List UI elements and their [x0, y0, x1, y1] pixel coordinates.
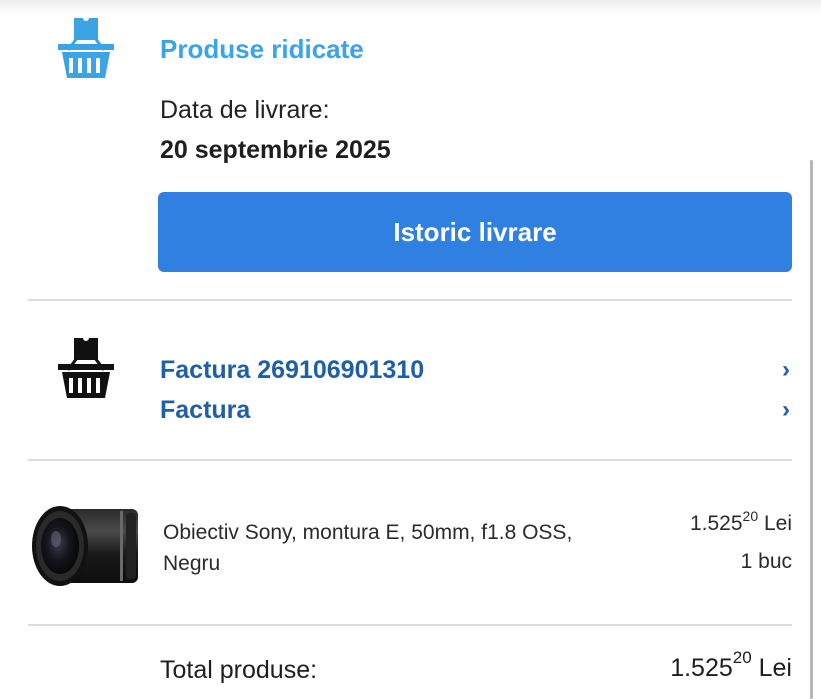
price-whole: 1.525 [689, 512, 743, 535]
pickup-title: Produse ridicate [160, 34, 364, 64]
invoice-link-label: Factura [160, 395, 251, 424]
invoice-link[interactable]: Factura › [160, 392, 792, 428]
scrollbar[interactable] [810, 160, 813, 699]
product-name: Obiectiv Sony, montura E, 50mm, f1.8 OSS… [163, 521, 573, 575]
invoice-basket-icon [58, 338, 114, 398]
camera-lens-image [32, 506, 138, 586]
price-decimals: 20 [742, 508, 759, 524]
delivery-history-button[interactable]: Istoric livrare [158, 192, 792, 272]
divider [28, 624, 792, 626]
invoice-link-label: Factura 269106901310 [160, 355, 425, 384]
delivery-date-value: 20 septembrie 2025 [160, 136, 391, 164]
total-decimals: 20 [732, 648, 752, 667]
total-products-value: 1.52520 Lei [670, 648, 792, 683]
header-shadow [0, 0, 821, 14]
total-currency: Lei [758, 654, 792, 682]
total-products-label: Total produse: [160, 656, 318, 684]
invoice-link-269106901310[interactable]: Factura 269106901310 › [160, 352, 792, 388]
price-currency: Lei [763, 512, 792, 535]
product-quantity: 1 buc [740, 550, 792, 573]
product-price: 1.52520 Lei [689, 508, 792, 536]
divider [28, 299, 792, 301]
shopping-basket-icon [58, 18, 114, 78]
order-details-page: Produse ridicate Data de livrare: 20 sep… [0, 0, 821, 699]
total-whole: 1.525 [670, 654, 733, 682]
delivery-date-label: Data de livrare: [160, 96, 330, 124]
divider [28, 459, 792, 461]
chevron-right-icon: › [782, 396, 790, 423]
chevron-right-icon: › [782, 356, 790, 383]
